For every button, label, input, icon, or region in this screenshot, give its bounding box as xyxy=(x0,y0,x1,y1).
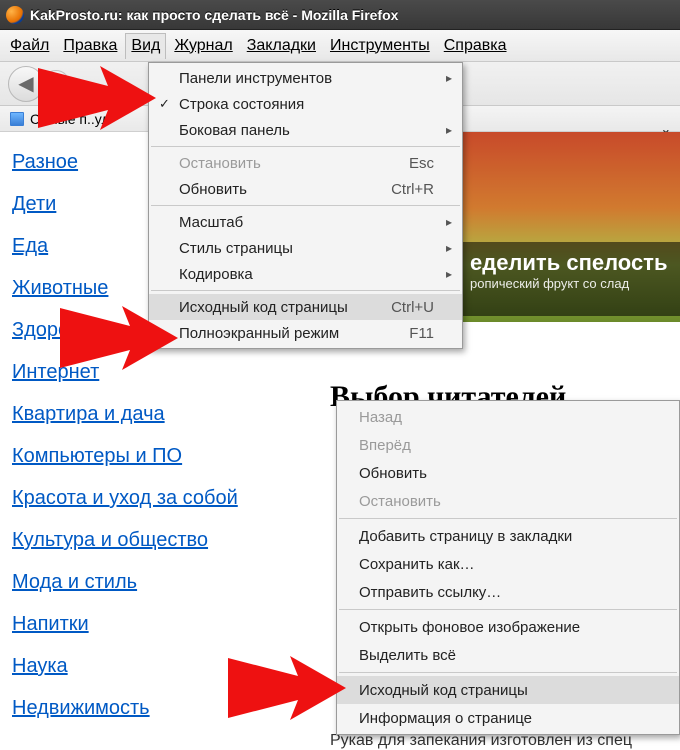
ctx-forward: Вперёд xyxy=(337,431,679,459)
ctx-reload[interactable]: Обновить xyxy=(337,459,679,487)
menu-separator xyxy=(339,609,677,610)
cat-link[interactable]: Культура и общество xyxy=(12,528,302,552)
bookmark-folder-icon xyxy=(10,112,24,126)
view-reload[interactable]: ОбновитьCtrl+R xyxy=(149,176,462,202)
cat-link[interactable]: Компьютеры и ПО xyxy=(12,444,302,468)
context-menu: Назад Вперёд Обновить Остановить Добавит… xyxy=(336,400,680,735)
annotation-arrow-icon xyxy=(228,648,348,728)
annotation-arrow-icon xyxy=(38,58,158,138)
cat-link[interactable]: Напитки xyxy=(12,612,302,636)
view-stop: ОстановитьEsc xyxy=(149,150,462,176)
menu-edit[interactable]: Правка xyxy=(63,37,117,55)
annotation-arrow-icon xyxy=(60,298,180,378)
menu-file[interactable]: Файл xyxy=(10,37,49,55)
ctx-view-source[interactable]: Исходный код страницы xyxy=(337,676,679,704)
view-statusbar[interactable]: Строка состояния xyxy=(149,91,462,117)
view-sidebar[interactable]: Боковая панель xyxy=(149,117,462,143)
view-page-style[interactable]: Стиль страницы xyxy=(149,235,462,261)
ctx-page-info[interactable]: Информация о странице xyxy=(337,704,679,732)
menu-separator xyxy=(339,518,677,519)
firefox-icon xyxy=(6,6,24,24)
ctx-save-as[interactable]: Сохранить как… xyxy=(337,550,679,578)
view-encoding[interactable]: Кодировка xyxy=(149,261,462,287)
window-title: KakProsto.ru: как просто сделать всё - M… xyxy=(30,7,398,23)
ctx-back: Назад xyxy=(337,403,679,431)
view-menu-dropdown: Панели инструментов Строка состояния Бок… xyxy=(148,62,463,349)
ctx-send-link[interactable]: Отправить ссылку… xyxy=(337,578,679,606)
view-toolbars[interactable]: Панели инструментов xyxy=(149,65,462,91)
menu-history[interactable]: Журнал xyxy=(174,37,232,55)
view-fullscreen[interactable]: Полноэкранный режимF11 xyxy=(149,320,462,346)
menu-help[interactable]: Справка xyxy=(444,37,507,55)
ctx-add-bookmark[interactable]: Добавить страницу в закладки xyxy=(337,522,679,550)
menu-separator xyxy=(151,205,460,206)
hero-subtitle: ропический фрукт со слад xyxy=(470,276,670,291)
ctx-stop: Остановить xyxy=(337,487,679,515)
menu-separator xyxy=(151,290,460,291)
menu-separator xyxy=(151,146,460,147)
cat-link[interactable]: Мода и стиль xyxy=(12,570,302,594)
view-zoom[interactable]: Масштаб xyxy=(149,209,462,235)
ctx-open-bg-image[interactable]: Открыть фоновое изображение xyxy=(337,613,679,641)
ctx-select-all[interactable]: Выделить всё xyxy=(337,641,679,669)
menu-view[interactable]: Вид xyxy=(131,37,160,55)
title-bar: KakProsto.ru: как просто сделать всё - M… xyxy=(0,0,680,30)
hero-overlay: еделить спелость ропический фрукт со сла… xyxy=(460,242,680,316)
view-page-source[interactable]: Исходный код страницыCtrl+U xyxy=(149,294,462,320)
cat-link[interactable]: Квартира и дача xyxy=(12,402,302,426)
hero-title: еделить спелость xyxy=(470,250,670,276)
menu-separator xyxy=(339,672,677,673)
menu-tools[interactable]: Инструменты xyxy=(330,37,430,55)
cat-link[interactable]: Красота и уход за собой xyxy=(12,486,302,510)
menu-bookmarks[interactable]: Закладки xyxy=(247,37,316,55)
